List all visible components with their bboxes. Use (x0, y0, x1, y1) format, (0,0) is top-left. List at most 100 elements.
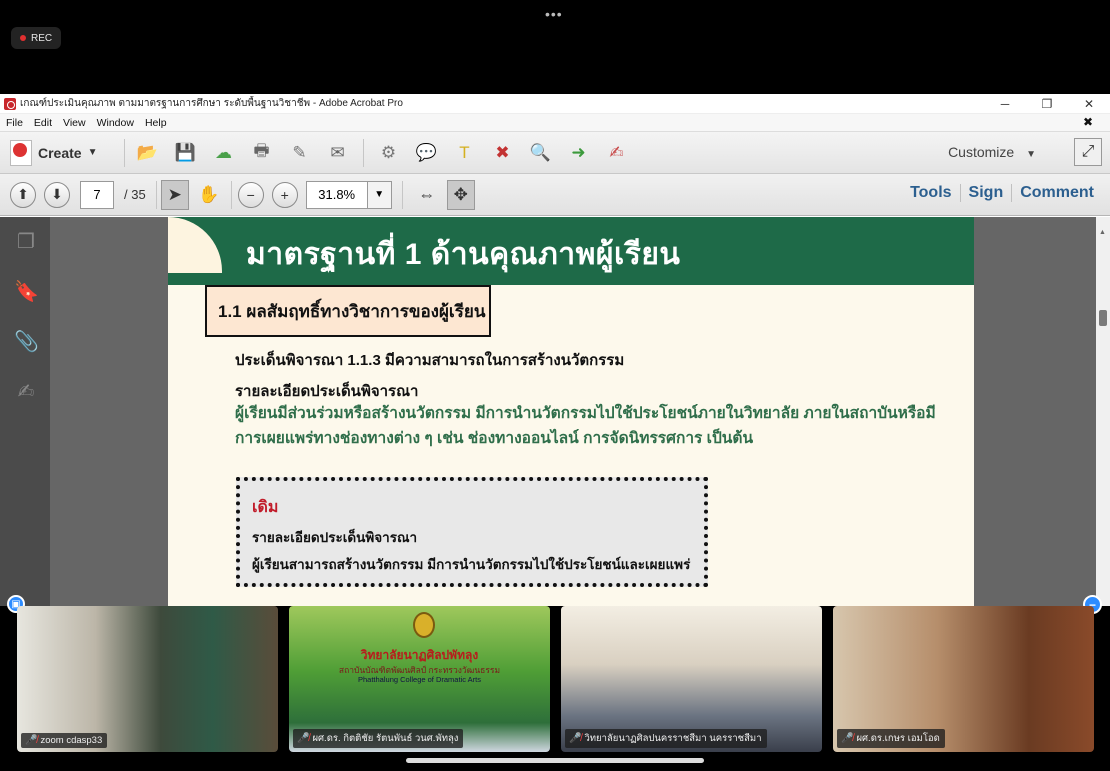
recording-indicator: REC (11, 27, 62, 49)
page-total: / 35 (124, 187, 146, 202)
old-criteria-box: เดิม รายละเอียดประเด็นพิจารณา ผู้เรียนสา… (236, 477, 708, 587)
participant-name: ผศ.ดร. กิตติชัย รัตนพันธ์ วนศ.พัทลุง (312, 733, 459, 744)
create-pdf-icon (10, 139, 32, 166)
navigation-panel: ❐ 🔖 📎 ✍ (0, 217, 50, 606)
maximize-button[interactable]: ❐ (1026, 97, 1068, 111)
toolbar-divider (155, 180, 157, 209)
participant-tile[interactable]: วิทยาลัยนาฏศิลปพัทลุง สถาบันบัณฑิตพัฒนศิ… (289, 606, 550, 752)
menu-window[interactable]: Window (97, 117, 134, 129)
hand-tool-icon[interactable]: ✋ (195, 180, 223, 210)
tools-link[interactable]: Tools (902, 184, 959, 202)
email-icon[interactable]: ✉ (325, 140, 351, 166)
detail-heading: รายละเอียดประเด็นพิจารณา (235, 383, 419, 400)
create-button[interactable]: Create ▼ (10, 139, 98, 166)
chevron-down-icon: ▼ (1026, 149, 1036, 160)
attachments-icon[interactable]: 📎 (14, 329, 39, 353)
more-options-dots[interactable]: ••• (545, 6, 563, 22)
open-folder-icon[interactable]: 📂 (135, 140, 161, 166)
sign-link[interactable]: Sign (959, 184, 1012, 202)
menu-edit[interactable]: Edit (34, 117, 52, 129)
mic-muted-icon: 🎤̸ (25, 735, 38, 746)
scroll-up-icon[interactable]: ▲ (1099, 229, 1106, 236)
page-thumbnails-icon[interactable]: ❐ (14, 229, 38, 253)
navigation-toolbar: ⬆ ⬇ 7 / 35 ➤ ✋ − + 31.8% ▼ ⇔ ✥ Tools Sig… (0, 174, 1110, 216)
mic-muted-icon: 🎤̸ (841, 733, 854, 744)
sign-pen-icon[interactable]: ✍ (604, 140, 630, 166)
customize-button[interactable]: Customize ▼ (948, 144, 1036, 160)
home-indicator-bar (406, 758, 704, 763)
toolbar-icon-group: 📂 💾 ☁ 🖶 ✎ ✉ ⚙ 💬 T ✖ 🔍 ➜ ✍ (135, 138, 642, 167)
highlight-text-icon[interactable]: T (452, 140, 478, 166)
customize-label: Customize (948, 144, 1015, 160)
previous-page-button[interactable]: ⬆ (10, 181, 36, 208)
section-title: 1.1 ผลสัมฤทธิ์ทางวิชาการของผู้เรียน (205, 285, 491, 337)
edit-document-icon[interactable]: ✎ (287, 140, 313, 166)
zoom-dropdown-button[interactable]: ▼ (367, 180, 392, 209)
close-window-button[interactable]: ✕ (1068, 97, 1110, 111)
college-english-text: Phatthalung College of Dramatic Arts (358, 675, 481, 684)
zoom-in-button[interactable]: + (271, 181, 298, 208)
scrollbar-thumb[interactable] (1099, 310, 1107, 326)
settings-gear-icon[interactable]: ⚙ (376, 140, 402, 166)
save-icon[interactable]: 💾 (173, 140, 199, 166)
acrobat-app-icon (4, 97, 16, 110)
vertical-scrollbar[interactable]: ▲ (1096, 217, 1110, 606)
participant-tile[interactable]: 🎤̸ zoom cdasp33 (17, 606, 278, 752)
issue-heading: ประเด็นพิจารณา 1.1.3 มีความสามารถในการสร… (235, 352, 625, 369)
pdf-page: มาตรฐานที่ 1 ด้านคุณภาพผู้เรียน 1.1 ผลสั… (168, 217, 974, 606)
cloud-upload-icon[interactable]: ☁ (211, 140, 237, 166)
select-cursor-icon[interactable]: ➤ (160, 179, 189, 210)
participant-name-tag: 🎤̸ ผศ.ดร. กิตติชัย รัตนพันธ์ วนศ.พัทลุง (293, 729, 464, 748)
toolbar-divider (401, 180, 403, 209)
participant-tile[interactable]: 🎤̸ ผศ.ดร.เกษร เอมโอด (833, 606, 1094, 752)
participant-name-tag: 🎤̸ วิทยาลัยนาฏศิลปนครราชสีมา นครราชสีมา (565, 729, 767, 748)
menu-file[interactable]: File (6, 117, 23, 129)
menu-help[interactable]: Help (145, 117, 167, 129)
participant-name-tag: 🎤̸ ผศ.ดร.เกษร เอมโอด (837, 729, 945, 748)
participant-name: zoom cdasp33 (40, 735, 103, 746)
print-icon[interactable]: 🖶 (249, 140, 275, 166)
participant-name: ผศ.ดร.เกษร เอมโอด (856, 733, 940, 744)
old-detail-text: ผู้เรียนสามารถสร้างนวัตกรรม มีการนำนวัตก… (252, 557, 691, 572)
delete-page-icon[interactable]: ✖ (490, 140, 516, 166)
standard-banner: มาตรฐานที่ 1 ด้านคุณภาพผู้เรียน (168, 217, 974, 285)
create-label: Create (38, 144, 82, 161)
bookmarks-icon[interactable]: 🔖 (14, 279, 39, 303)
participant-tile[interactable]: 🎤̸ วิทยาลัยนาฏศิลปนครราชสีมา นครราชสีมา (561, 606, 822, 752)
main-toolbar: Create ▼ 📂 💾 ☁ 🖶 ✎ ✉ ⚙ 💬 T ✖ 🔍 ➜ ✍ Customize ▼ ⤢ (0, 132, 1110, 174)
zoom-meeting-screen: ••• REC เกณฑ์ประเมินคุณภาพ ตามมาตรฐานการ… (0, 0, 1110, 771)
panel-links: Tools Sign Comment (902, 184, 1102, 202)
zoom-level-input[interactable]: 31.8% (305, 180, 368, 209)
issue-description: ผู้เรียนมีส่วนร่วมหรือสร้างนวัตกรรม มีกา… (235, 405, 936, 447)
page-number-input[interactable]: 7 (80, 180, 114, 209)
toolbar-divider (123, 138, 125, 167)
document-workarea: ❐ 🔖 📎 ✍ มาตรฐานที่ 1 ด้านคุณภาพผู้เรียน … (0, 217, 1110, 606)
participant-name: วิทยาลัยนาฏศิลปนครราชสีมา นครราชสีมา (584, 733, 762, 744)
toolbar-divider (362, 138, 364, 167)
next-page-button[interactable]: ⬇ (44, 181, 70, 208)
mic-muted-icon: 🎤̸ (569, 733, 582, 744)
old-detail-heading: รายละเอียดประเด็นพิจารณา (252, 530, 418, 545)
fit-width-icon[interactable]: ⇔ (413, 180, 441, 210)
export-icon[interactable]: ➜ (566, 140, 592, 166)
acrobat-window: เกณฑ์ประเมินคุณภาพ ตามมาตรฐานการศึกษา ระ… (0, 94, 1110, 606)
close-document-button[interactable]: ✖ (1083, 115, 1093, 129)
old-label: เดิม (252, 499, 279, 516)
signatures-icon[interactable]: ✍ (14, 379, 38, 403)
chevron-down-icon: ▼ (87, 147, 98, 158)
college-seal-logo (413, 612, 435, 638)
fit-page-icon[interactable]: ✥ (446, 179, 475, 210)
banner-title: มาตรฐานที่ 1 ด้านคุณภาพผู้เรียน (246, 238, 681, 271)
zoom-out-button[interactable]: − (237, 181, 264, 208)
window-title: เกณฑ์ประเมินคุณภาพ ตามมาตรฐานการศึกษา ระ… (20, 98, 403, 109)
menu-view[interactable]: View (63, 117, 86, 129)
minimize-button[interactable]: ─ (984, 97, 1026, 111)
window-controls: ─ ❐ ✕ (984, 97, 1110, 111)
menu-bar: File Edit View Window Help ✖ (0, 114, 1110, 132)
find-icon[interactable]: 🔍 (528, 140, 554, 166)
comment-link[interactable]: Comment (1011, 184, 1102, 202)
participants-strip: 🎤̸ zoom cdasp33 วิทยาลัยนาฏศิลปพัทลุง สถ… (0, 604, 1110, 754)
expand-icon[interactable]: ⤢ (1074, 138, 1102, 166)
comment-bubble-icon[interactable]: 💬 (414, 140, 440, 166)
toolbar-divider (230, 180, 232, 209)
